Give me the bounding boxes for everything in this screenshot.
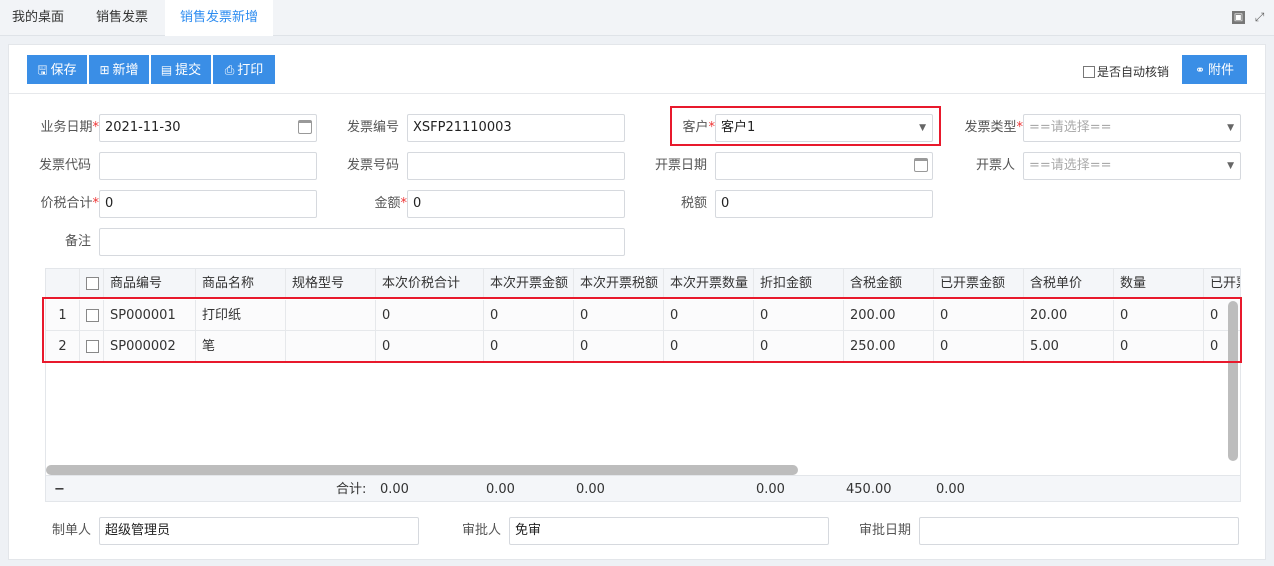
header-col: 商品名称 <box>196 269 286 299</box>
checkbox-icon[interactable] <box>86 277 99 290</box>
expand-icon[interactable]: ⤢ <box>1253 11 1266 24</box>
issue-date-label: 开票日期 <box>654 158 707 173</box>
invoice-code-input[interactable] <box>99 152 317 180</box>
header-col: 本次开票税额 <box>574 269 664 299</box>
amount-label: 金额* <box>374 196 407 211</box>
collapse-icon[interactable]: − <box>54 476 65 501</box>
invoice-number-label: 发票号码 <box>346 158 399 173</box>
submit-button[interactable]: ▤ 提交 <box>151 55 211 84</box>
tax-input[interactable]: 0 <box>715 190 933 218</box>
header-select-all[interactable] <box>80 269 104 299</box>
printer-icon: ⎙ <box>224 63 235 77</box>
creator-input[interactable]: 超级管理员 <box>99 517 419 545</box>
header-col: 本次价税合计 <box>376 269 484 299</box>
tax-label: 税额 <box>680 196 707 211</box>
attachment-label: 附件 <box>1208 63 1235 78</box>
rows-highlight <box>42 297 1242 363</box>
plus-square-icon: ⊞ <box>99 63 110 77</box>
header-index <box>46 269 80 299</box>
summary-invoice-tax: 0.00 <box>576 482 605 497</box>
document-icon: ▤ <box>160 63 173 77</box>
header-col: 含税金额 <box>844 269 934 299</box>
toolbar-divider <box>9 93 1265 94</box>
creator-label: 制单人 <box>51 523 91 538</box>
save-icon: 🖫 <box>37 63 48 77</box>
tab-sales-invoice-new[interactable]: 销售发票新增 <box>165 0 273 36</box>
invoice-type-label: 发票类型* <box>964 120 1023 135</box>
summary-invoice-amount: 0.00 <box>486 482 515 497</box>
business-date-input[interactable]: 2021-11-30 <box>99 114 317 142</box>
header-col: 本次开票金额 <box>484 269 574 299</box>
customer-label: 客户* <box>682 120 715 135</box>
header-col: 本次开票数量 <box>664 269 754 299</box>
approver-label: 审批人 <box>461 523 501 538</box>
grid-header: 商品编号 商品名称 规格型号 本次价税合计 本次开票金额 本次开票税额 本次开票… <box>46 269 1240 299</box>
chevron-down-icon: ▼ <box>919 123 926 133</box>
horizontal-scrollbar[interactable] <box>46 465 798 475</box>
invoice-no-label: 发票编号 <box>346 120 399 135</box>
approver-input[interactable]: 免审 <box>509 517 829 545</box>
attachment-button[interactable]: ⚭ 附件 <box>1182 55 1247 84</box>
summary-total-with-tax: 0.00 <box>380 482 409 497</box>
remark-input[interactable] <box>99 228 625 256</box>
header-col: 已开票 <box>1204 269 1240 299</box>
header-col: 已开票金额 <box>934 269 1024 299</box>
submit-label: 提交 <box>175 63 202 78</box>
auto-writeoff-label: 是否自动核销 <box>1097 65 1170 79</box>
auto-writeoff-checkbox[interactable]: 是否自动核销 <box>1083 63 1169 80</box>
approve-date-input[interactable] <box>919 517 1239 545</box>
issue-date-input[interactable] <box>715 152 933 180</box>
issuer-label: 开票人 <box>975 158 1015 173</box>
checkbox-icon[interactable] <box>1083 65 1095 78</box>
invoice-number-input[interactable] <box>407 152 625 180</box>
invoice-type-select[interactable]: ==请选择== ▼ <box>1023 114 1241 142</box>
invoice-panel: 🖫 保存 ⊞ 新增 ▤ 提交 ⎙ 打印 是否自动核销 ⚭ 附件 业务日期* 2021-11… <box>8 44 1266 560</box>
invoice-no-input[interactable]: XSFP21110003 <box>407 114 625 142</box>
header-col: 商品编号 <box>104 269 196 299</box>
business-date-label: 业务日期* <box>40 120 99 135</box>
calendar-icon[interactable] <box>914 158 928 172</box>
link-icon: ⚭ <box>1194 63 1206 77</box>
header-col: 规格型号 <box>286 269 376 299</box>
summary-label: 合计: <box>336 482 367 497</box>
summary-discount: 0.00 <box>756 482 785 497</box>
amount-input[interactable]: 0 <box>407 190 625 218</box>
save-button[interactable]: 🖫 保存 <box>27 55 87 84</box>
chevron-down-icon: ▼ <box>1227 123 1234 133</box>
window-restore-icon[interactable]: ▣ <box>1232 11 1245 24</box>
window-controls: ▣ ⤢ <box>1232 11 1266 24</box>
tab-sales-invoice[interactable]: 销售发票 <box>82 0 162 36</box>
calendar-icon[interactable] <box>298 120 312 134</box>
new-button[interactable]: ⊞ 新增 <box>89 55 149 84</box>
issuer-select[interactable]: ==请选择== ▼ <box>1023 152 1241 180</box>
tab-my-desktop[interactable]: 我的桌面 <box>0 0 76 36</box>
print-button[interactable]: ⎙ 打印 <box>213 55 275 84</box>
remark-label: 备注 <box>64 234 91 249</box>
new-label: 新增 <box>112 63 139 78</box>
total-with-tax-input[interactable]: 0 <box>99 190 317 218</box>
approve-date-label: 审批日期 <box>858 523 911 538</box>
grid-summary-row: − 合计: 0.00 0.00 0.00 0.00 450.00 0.00 <box>46 475 1240 501</box>
invoice-code-label: 发票代码 <box>38 158 91 173</box>
print-label: 打印 <box>237 63 264 78</box>
chevron-down-icon: ▼ <box>1227 161 1234 171</box>
customer-select[interactable]: 客户1 ▼ <box>715 114 933 142</box>
summary-invoiced-amount: 0.00 <box>936 482 965 497</box>
summary-amount-with-tax: 450.00 <box>846 482 892 497</box>
tab-bar: 我的桌面 销售发票 销售发票新增 ▣ ⤢ <box>0 0 1274 36</box>
header-col: 含税单价 <box>1024 269 1114 299</box>
header-col: 数量 <box>1114 269 1204 299</box>
total-with-tax-label: 价税合计* <box>40 196 99 211</box>
header-col: 折扣金额 <box>754 269 844 299</box>
save-label: 保存 <box>50 63 77 78</box>
